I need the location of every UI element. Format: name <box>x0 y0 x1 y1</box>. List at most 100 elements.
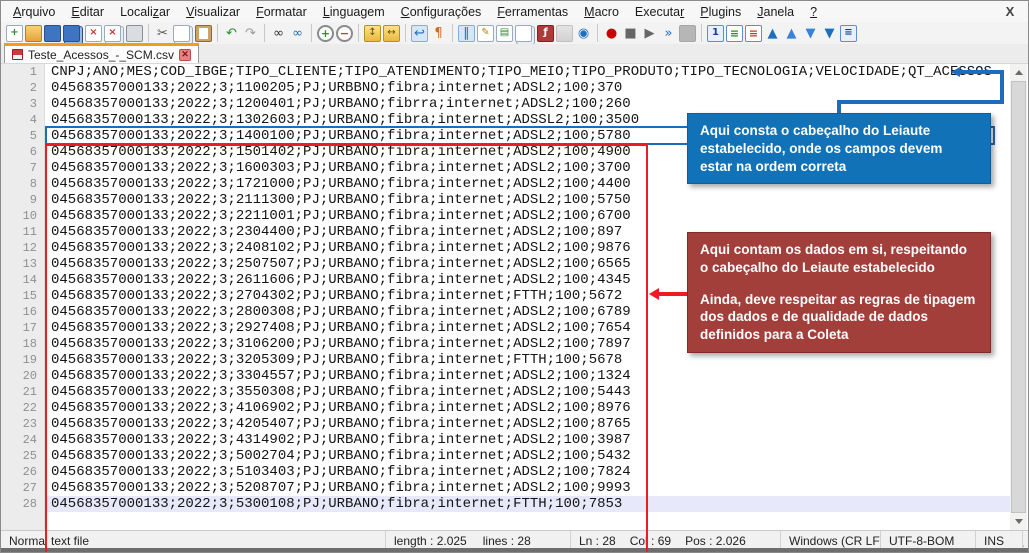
sync-vertical-scroll-icon[interactable]: ↕ <box>364 24 381 42</box>
toolbar-separator <box>405 24 406 42</box>
close-all-files-icon[interactable]: × <box>104 24 121 42</box>
goto-first-line-icon[interactable]: ▲ <box>764 25 781 42</box>
line-number: 5 <box>29 129 37 143</box>
line-number: 22 <box>22 401 37 415</box>
compare-icon[interactable]: ≡ <box>840 24 857 42</box>
toolbar-separator <box>217 24 218 42</box>
line-number: 19 <box>22 353 37 367</box>
menu-item-ferramentas[interactable]: Ferramentas <box>489 3 576 21</box>
macro-record-icon[interactable]: ● <box>603 25 620 42</box>
zoom-in-icon[interactable]: + <box>317 24 334 42</box>
zoom-out-icon[interactable]: − <box>336 24 353 42</box>
clear-bookmarks-icon[interactable]: ≡ <box>745 24 762 42</box>
line-text: 04568357000133;2022;3;1200401;PJ;URBANO;… <box>51 96 631 112</box>
scroll-up-arrow-icon[interactable] <box>1010 64 1027 81</box>
document-switcher-icon[interactable] <box>515 24 532 42</box>
line-number: 3 <box>29 97 37 111</box>
blue-connector-segment <box>837 100 1004 104</box>
macro-run-multiple-icon[interactable]: » <box>660 25 677 42</box>
menu-item-arquivo[interactable]: Arquivo <box>5 3 63 21</box>
menu-item-configuraes[interactable]: Configurações <box>393 3 490 21</box>
bookmark-icon[interactable]: 1 <box>707 24 724 42</box>
sync-horizontal-scroll-icon[interactable]: ↔ <box>383 24 400 42</box>
save-all-icon[interactable] <box>63 24 80 42</box>
show-all-characters-icon[interactable]: ¶ <box>430 25 447 42</box>
menu-item-executar[interactable]: Executar <box>627 3 692 21</box>
next-bookmark-icon[interactable]: ▼ <box>802 25 819 42</box>
tab-close-icon[interactable]: ✕ <box>179 48 192 61</box>
data-callout-text-2: Ainda, deve respeitar as regras de tipag… <box>700 291 976 343</box>
menu-item-formatar[interactable]: Formatar <box>248 3 315 21</box>
toolbar-separator <box>597 24 598 42</box>
toolbar: + × × ✂ ↶ ↷ ∞ ∞ + − ↕ ↔ ↩ ¶ ∥ ✎ ▤ ƒ ◉ ● ■ ▶» 1 ≡ ≡ ▲ ▲ ▼ ▼ ≡ <box>1 22 1028 44</box>
menu-item-macro[interactable]: Macro <box>576 3 627 21</box>
header-callout: Aqui consta o cabeçalho do Leiaute estab… <box>687 113 991 185</box>
line-number: 11 <box>22 225 37 239</box>
macro-play-icon[interactable]: ▶ <box>641 25 658 42</box>
menu-item-janela[interactable]: Janela <box>749 3 802 21</box>
undo-icon[interactable]: ↶ <box>223 25 240 42</box>
line-number: 23 <box>22 417 37 431</box>
menu-item-localizar[interactable]: Localizar <box>112 3 178 21</box>
line-number: 14 <box>22 273 37 287</box>
editor-line[interactable]: 3 04568357000133;2022;3;1200401;PJ;URBANO… <box>1 96 1010 112</box>
macro-save-icon <box>679 24 696 42</box>
toolbar-separator <box>452 24 453 42</box>
list-bookmarks-icon[interactable]: ≡ <box>726 24 743 42</box>
menu-item-visualizar[interactable]: Visualizar <box>178 3 248 21</box>
indent-guide-icon[interactable]: ∥ <box>458 24 475 42</box>
blue-connector-segment <box>1000 70 1004 103</box>
save-icon[interactable] <box>44 24 61 42</box>
monitoring-icon[interactable]: ◉ <box>575 25 592 42</box>
data-callout: Aqui contam os dados em si, respeitando … <box>687 232 991 354</box>
menu-item-linguagem[interactable]: Linguagem <box>315 3 393 21</box>
blue-connector-arrowhead <box>951 67 960 77</box>
line-number: 13 <box>22 257 37 271</box>
paste-icon[interactable] <box>195 24 212 42</box>
cut-icon[interactable]: ✂ <box>154 25 171 42</box>
scrollbar-thumb[interactable] <box>1011 81 1026 513</box>
print-icon[interactable] <box>126 24 143 42</box>
line-text: CNPJ;ANO;MES;COD_IBGE;TIPO_CLIENTE;TIPO_… <box>51 64 992 80</box>
line-number: 20 <box>22 369 37 383</box>
function-list-icon[interactable]: ƒ <box>537 24 554 42</box>
user-defined-dialog-icon[interactable]: ✎ <box>477 24 494 42</box>
unsaved-floppy-icon <box>12 49 23 60</box>
word-wrap-icon[interactable]: ↩ <box>411 24 428 42</box>
document-map-icon[interactable]: ▤ <box>496 24 513 42</box>
line-number: 18 <box>22 337 37 351</box>
data-callout-text-1: Aqui contam os dados em si, respeitando … <box>700 242 968 275</box>
tab-teste-acessos-scm[interactable]: Teste_Acessos_-_SCM.csv ✕ <box>4 43 200 63</box>
open-folder-icon[interactable] <box>25 24 42 42</box>
menu-item-help[interactable]: ? <box>802 3 825 21</box>
find-icon[interactable]: ∞ <box>270 25 287 42</box>
line-number: 25 <box>22 449 37 463</box>
line-number: 16 <box>22 305 37 319</box>
macro-stop-icon[interactable]: ■ <box>622 25 639 42</box>
scroll-down-arrow-icon[interactable] <box>1010 513 1027 530</box>
menu-item-plugins[interactable]: Plugins <box>692 3 749 21</box>
red-connector-arrowhead <box>649 288 659 300</box>
toolbar-separator <box>264 24 265 42</box>
folder-as-workspace-icon <box>556 24 573 42</box>
prev-bookmark-icon[interactable]: ▲ <box>783 25 800 42</box>
menu-item-editar[interactable]: Editar <box>63 3 112 21</box>
redo-icon[interactable]: ↷ <box>242 25 259 42</box>
editor-line[interactable]: 1 CNPJ;ANO;MES;COD_IBGE;TIPO_CLIENTE;TIPO… <box>1 64 1010 80</box>
goto-last-line-icon[interactable]: ▼ <box>821 25 838 42</box>
new-file-icon[interactable]: + <box>6 24 23 42</box>
window-close-button[interactable]: X <box>1001 3 1019 20</box>
menu-bar: Arquivo Editar Localizar Visualizar Formatar… <box>1 1 1028 22</box>
toolbar-separator <box>358 24 359 42</box>
line-number: 26 <box>22 465 37 479</box>
close-file-icon[interactable]: × <box>85 24 102 42</box>
line-number: 24 <box>22 433 37 447</box>
line-number: 17 <box>22 321 37 335</box>
editor-line[interactable]: 2 04568357000133;2022;3;1100205;PJ;URBBNO… <box>1 80 1010 96</box>
copy-icon[interactable] <box>173 24 190 42</box>
header-callout-text: Aqui consta o cabeçalho do Leiaute estab… <box>700 123 943 174</box>
vertical-scrollbar[interactable] <box>1010 64 1027 530</box>
blue-connector-segment <box>956 70 1004 74</box>
line-number: 12 <box>22 241 37 255</box>
replace-icon[interactable]: ∞ <box>289 25 306 42</box>
